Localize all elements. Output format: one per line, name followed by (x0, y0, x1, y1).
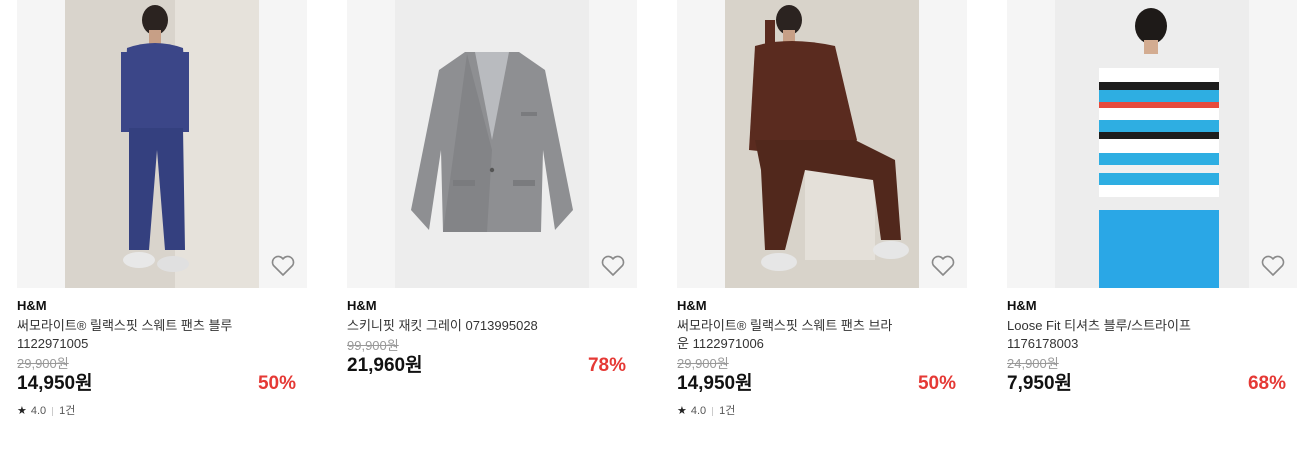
original-price: 29,900원 (17, 356, 69, 371)
price-row: 14,950원 50% (17, 372, 307, 396)
review-count: 1건 (59, 405, 76, 417)
product-thumbnail[interactable] (677, 0, 967, 288)
product-image-striped-tshirt[interactable] (1055, 0, 1249, 288)
product-thumbnail[interactable] (347, 0, 637, 288)
product-grid: H&M 써모라이트® 릴랙스핏 스웨트 팬츠 블루 1122971005 29,… (0, 0, 1312, 450)
original-price: 24,900원 (1007, 356, 1059, 371)
heart-icon[interactable] (600, 254, 626, 278)
rating-summary: ★ 4.0 1건 (677, 404, 967, 418)
product-name[interactable]: 써모라이트® 릴랙스핏 스웨트 팬츠 브라운 1122971006 (677, 317, 902, 353)
heart-icon[interactable] (1260, 254, 1286, 278)
price-row: 14,950원 50% (677, 372, 967, 396)
star-icon: ★ (677, 405, 687, 417)
brand-name[interactable]: H&M (347, 298, 637, 313)
product-thumbnail[interactable] (1007, 0, 1297, 288)
product-name[interactable]: 써모라이트® 릴랙스핏 스웨트 팬츠 블루 1122971005 (17, 317, 242, 353)
discount-rate: 78% (587, 355, 626, 376)
heart-icon[interactable] (930, 254, 956, 278)
product-card[interactable]: H&M Loose Fit 티셔츠 블루/스트라이프 1176178003 24… (1007, 0, 1297, 396)
star-icon: ★ (17, 405, 27, 417)
product-name[interactable]: 스키니핏 재킷 그레이 0713995028 (347, 317, 572, 335)
sale-price: 14,950원 (677, 373, 753, 394)
original-price: 29,900원 (677, 356, 729, 371)
brand-name[interactable]: H&M (17, 298, 307, 313)
divider (52, 406, 54, 416)
brand-name[interactable]: H&M (1007, 298, 1297, 313)
discount-rate: 68% (1247, 373, 1286, 394)
rating-value: 4.0 (690, 405, 707, 417)
sale-price: 21,960원 (347, 355, 423, 376)
product-card[interactable]: H&M 써모라이트® 릴랙스핏 스웨트 팬츠 블루 1122971005 29,… (17, 0, 307, 418)
product-image-blue-sweatsuit[interactable] (65, 0, 259, 288)
product-card[interactable]: H&M 스키니핏 재킷 그레이 0713995028 99,900원 21,96… (347, 0, 637, 378)
product-image-grey-blazer[interactable] (395, 0, 589, 288)
discount-rate: 50% (257, 373, 296, 394)
rating-summary: ★ 4.0 1건 (17, 404, 307, 418)
discount-rate: 50% (917, 373, 956, 394)
sale-price: 7,950원 (1007, 373, 1073, 394)
product-card[interactable]: H&M 써모라이트® 릴랙스핏 스웨트 팬츠 브라운 1122971006 29… (677, 0, 967, 418)
sale-price: 14,950원 (17, 373, 93, 394)
product-image-brown-sweatsuit[interactable] (725, 0, 919, 288)
divider (712, 406, 714, 416)
review-count: 1건 (719, 405, 736, 417)
price-row: 7,950원 68% (1007, 372, 1297, 396)
product-name[interactable]: Loose Fit 티셔츠 블루/스트라이프 1176178003 (1007, 317, 1232, 353)
product-thumbnail[interactable] (17, 0, 307, 288)
brand-name[interactable]: H&M (677, 298, 967, 313)
heart-icon[interactable] (270, 254, 296, 278)
rating-value: 4.0 (30, 405, 47, 417)
original-price: 99,900원 (347, 338, 399, 353)
price-row: 21,960원 78% (347, 354, 637, 378)
